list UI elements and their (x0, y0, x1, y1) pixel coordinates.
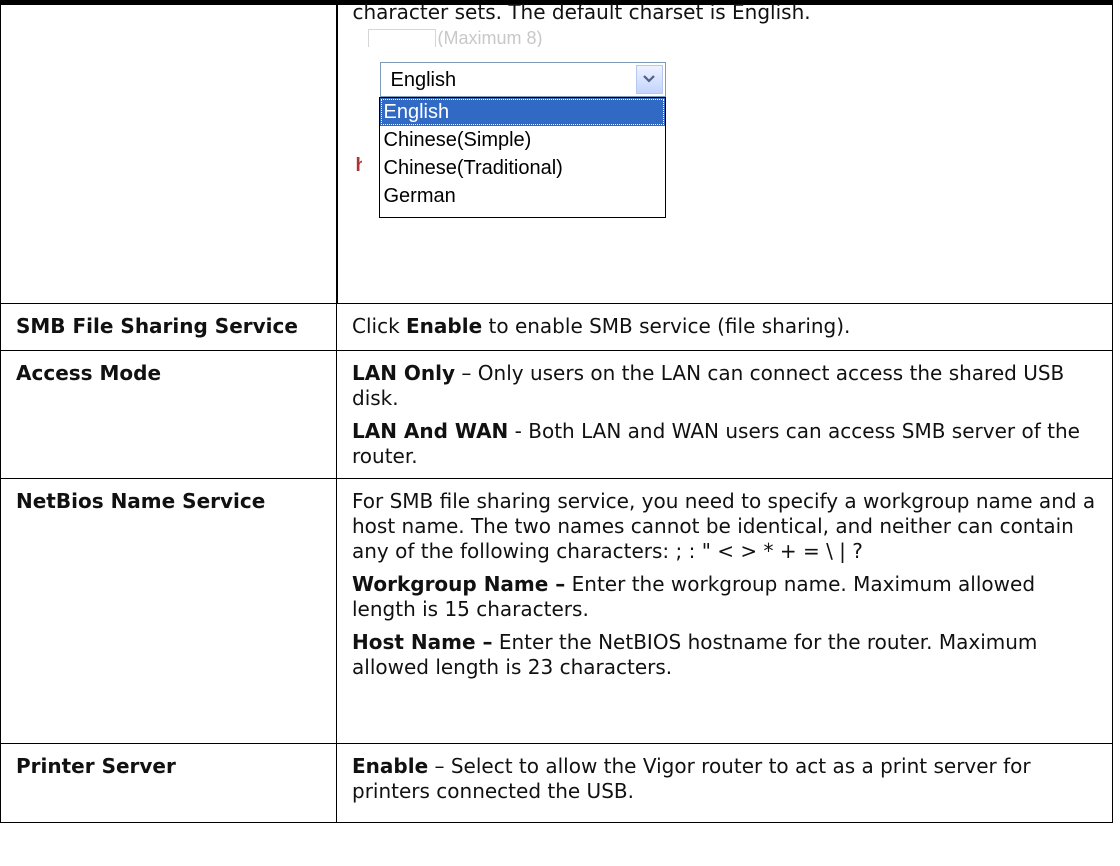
charset-option-english[interactable]: English (379, 98, 665, 126)
term-cell (0, 0, 338, 304)
term-netbios: NetBios Name Service (0, 478, 337, 744)
charset-listbox: English Chinese(Simple) Chinese(Traditio… (378, 97, 666, 218)
charset-intro: character sets. The default charset is E… (352, 0, 811, 24)
term-smb-file-sharing: SMB File Sharing Service (0, 303, 337, 351)
term-printer-server: Printer Server (0, 743, 337, 823)
charset-option-chinese-simple[interactable]: Chinese(Simple) (380, 126, 665, 154)
description-printer: Enable – Select to allow the Vigor route… (336, 743, 1113, 823)
charset-select-value: English (390, 69, 457, 91)
description-smb: Click Enable to enable SMB service (file… (336, 303, 1113, 351)
table-row: SMB File Sharing Service Click Enable to… (0, 303, 1113, 351)
description-access-mode: LAN Only – Only users on the LAN can con… (336, 350, 1113, 479)
term-access-mode: Access Mode (0, 350, 337, 479)
description-table: character sets. The default charset is E… (0, 0, 1113, 823)
charset-select[interactable]: English (379, 62, 666, 97)
table-row: NetBios Name Service For SMB file sharin… (0, 478, 1113, 744)
charset-option-chinese-traditional[interactable]: Chinese(Traditional) (380, 154, 665, 182)
table-row: Access Mode LAN Only – Only users on the… (0, 350, 1113, 479)
table-row: Printer Server Enable – Select to allow … (0, 743, 1113, 823)
description-netbios: For SMB file sharing service, you need t… (336, 478, 1113, 744)
charset-screenshot: (Maximum 8) h English English Chinese(Si… (355, 29, 676, 243)
max-length-input (367, 29, 436, 47)
charset-option-german[interactable]: German (380, 182, 665, 210)
max-length-hint: (Maximum 8) (367, 29, 618, 47)
table-row: character sets. The default charset is E… (0, 0, 1113, 304)
truncated-label: h (355, 155, 362, 175)
chevron-down-icon[interactable] (635, 65, 663, 94)
description-cell: character sets. The default charset is E… (336, 0, 1113, 304)
